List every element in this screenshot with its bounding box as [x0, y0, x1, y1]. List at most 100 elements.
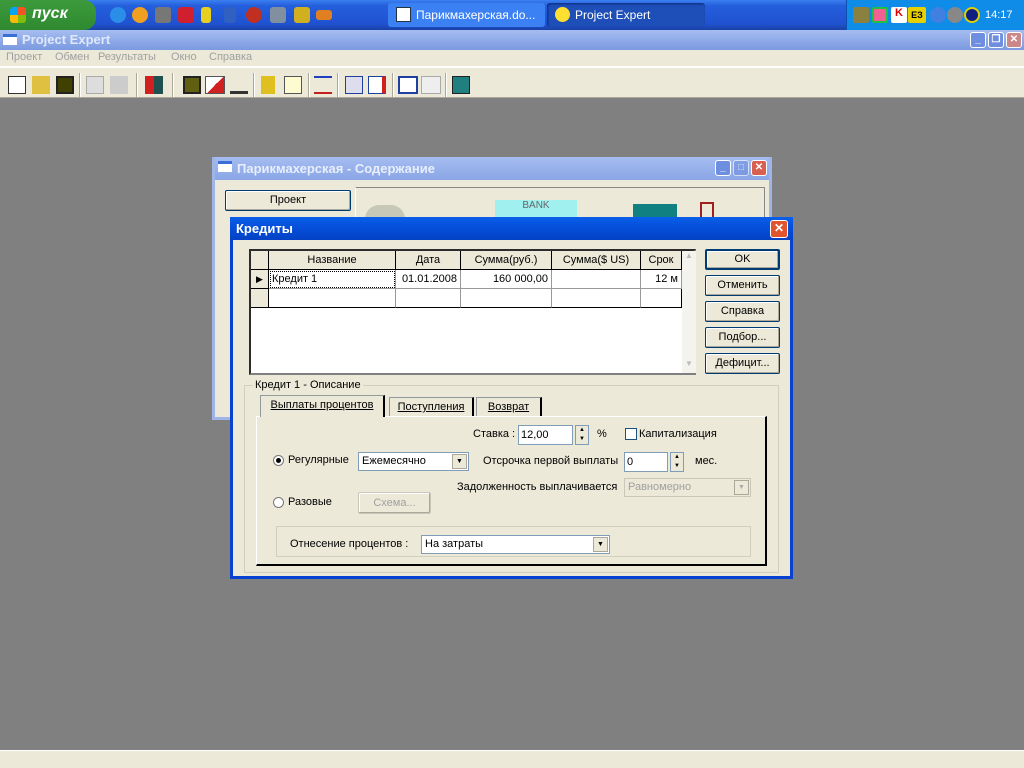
minimize-button[interactable]: _ — [715, 160, 731, 176]
dropdown-arrow-icon[interactable]: ▼ — [734, 480, 749, 495]
delay-spinner[interactable]: ▲ ▼ — [670, 452, 684, 472]
exit-icon[interactable] — [145, 76, 163, 94]
hourglass-icon[interactable] — [700, 202, 714, 218]
cancel-button[interactable]: Отменить — [705, 275, 780, 296]
export-icon[interactable] — [284, 76, 302, 94]
menu-help[interactable]: Справка — [209, 51, 252, 63]
calculator-icon[interactable] — [452, 76, 470, 94]
cashflow-icon[interactable] — [205, 76, 225, 94]
chat-tray-icon[interactable] — [872, 7, 888, 23]
capitalization-checkbox[interactable] — [625, 428, 637, 440]
scroll-up-icon[interactable]: ▲ — [682, 251, 696, 265]
crown-app-icon[interactable] — [316, 10, 332, 20]
start-button[interactable]: пуск — [0, 0, 96, 30]
print-icon[interactable] — [110, 76, 128, 94]
table-cell-term[interactable]: 12 м — [641, 270, 682, 289]
column-header-term[interactable]: Срок — [641, 251, 682, 270]
ie-icon[interactable] — [110, 7, 126, 23]
network-tray-icon[interactable] — [930, 7, 946, 23]
tab-repayment[interactable]: Возврат — [476, 397, 542, 416]
tab-interest-payments[interactable]: Выплаты процентов — [260, 395, 385, 417]
onetime-radio[interactable] — [273, 497, 284, 508]
allocation-select[interactable]: На затраты ▼ — [421, 535, 610, 554]
task-word-document[interactable]: Парикмахерская.do... — [388, 3, 545, 27]
clipboard-icon[interactable] — [421, 76, 441, 94]
bank-icon[interactable]: BANK — [495, 200, 577, 217]
close-button[interactable]: ✕ — [751, 160, 767, 176]
save-app-icon[interactable] — [178, 7, 194, 23]
system-tray: K ЕЗ 14:17 — [846, 0, 1024, 30]
table-cell-sum-rub[interactable] — [461, 289, 552, 308]
red-app-icon[interactable] — [246, 7, 262, 23]
scroll-down-icon[interactable]: ▼ — [682, 359, 696, 373]
keyboard-tray-icon[interactable]: ЕЗ — [908, 7, 926, 23]
report-icon[interactable] — [368, 76, 386, 94]
regular-radio[interactable] — [273, 455, 284, 466]
row-indicator — [251, 289, 269, 308]
lightning-icon[interactable] — [201, 7, 211, 23]
deficit-button[interactable]: Дефицит... — [705, 353, 780, 374]
frequency-select[interactable]: Ежемесячно ▼ — [358, 452, 469, 471]
table-cell-sum-rub[interactable]: 160 000,00 — [461, 270, 552, 289]
notebook-icon[interactable] — [183, 76, 201, 94]
regular-label: Регулярные — [288, 454, 349, 466]
dropdown-arrow-icon[interactable]: ▼ — [452, 454, 467, 469]
preview-icon[interactable] — [86, 76, 104, 94]
app-icon[interactable] — [155, 7, 171, 23]
maximize-button[interactable]: □ — [733, 160, 749, 176]
clipboard-tray-icon[interactable] — [853, 7, 869, 23]
rate-input[interactable]: 12,00 — [518, 425, 573, 445]
select-button[interactable]: Подбор... — [705, 327, 780, 348]
media-player-icon[interactable] — [132, 7, 148, 23]
column-header-name[interactable]: Название — [269, 251, 396, 270]
equipment-icon[interactable] — [633, 204, 677, 218]
rate-spinner[interactable]: ▲ ▼ — [575, 425, 589, 445]
frequency-value: Ежемесячно — [362, 455, 426, 467]
delay-input[interactable]: 0 — [624, 452, 668, 472]
chart-icon[interactable] — [314, 76, 332, 94]
table-cell-name[interactable] — [269, 289, 396, 308]
triangle-app-icon[interactable] — [224, 7, 236, 23]
column-header-sum-rub[interactable]: Сумма(руб.) — [461, 251, 552, 270]
volume-tray-icon[interactable] — [947, 7, 963, 23]
scheme-button[interactable]: Схема... — [358, 492, 431, 514]
minimize-button[interactable]: _ — [970, 32, 986, 48]
current-row-arrow-icon: ▶ — [251, 270, 269, 289]
table-cell-sum-usd[interactable] — [552, 270, 641, 289]
task-project-expert[interactable]: Project Expert — [547, 3, 705, 27]
new-icon[interactable] — [8, 76, 26, 94]
tab-receipts[interactable]: Поступления — [389, 397, 474, 416]
wireless-tray-icon[interactable] — [964, 7, 980, 23]
open-icon[interactable] — [32, 76, 50, 94]
robot-app-icon[interactable] — [294, 7, 310, 23]
table-cell-term[interactable] — [641, 289, 682, 308]
analysis-icon[interactable] — [345, 76, 363, 94]
menu-exchange[interactable]: Обмен — [55, 51, 89, 63]
table-cell-sum-usd[interactable] — [552, 289, 641, 308]
table-cell-name[interactable]: Кредит 1 — [269, 270, 396, 289]
restore-button[interactable]: ❐ — [988, 32, 1004, 48]
kaspersky-tray-icon[interactable]: K — [891, 7, 907, 23]
table-scrollbar[interactable]: ▲ ▼ — [682, 251, 696, 373]
close-button[interactable]: ✕ — [770, 220, 788, 238]
menu-window[interactable]: Окно — [171, 51, 197, 63]
table-cell-date[interactable]: 01.01.2008 — [396, 270, 461, 289]
close-button[interactable]: ✕ — [1006, 32, 1022, 48]
column-header-sum-usd[interactable]: Сумма($ US) — [552, 251, 641, 270]
window-list-icon[interactable] — [398, 76, 418, 94]
network-app-icon[interactable] — [270, 7, 286, 23]
debt-select[interactable]: Равномерно ▼ — [624, 478, 751, 497]
column-header-date[interactable]: Дата — [396, 251, 461, 270]
rate-label: Ставка : — [473, 428, 516, 440]
table-cell-date[interactable] — [396, 289, 461, 308]
project-window-title-bar: Парикмахерская - Содержание _ □ ✕ — [215, 157, 769, 180]
save-icon[interactable] — [56, 76, 74, 94]
help-button[interactable]: Справка — [705, 301, 780, 322]
ratio-icon[interactable] — [261, 76, 275, 94]
menu-results[interactable]: Результаты — [98, 51, 156, 63]
tab-project[interactable]: Проект — [225, 190, 351, 211]
dropdown-arrow-icon[interactable]: ▼ — [593, 537, 608, 552]
balance-icon[interactable] — [230, 76, 248, 94]
menu-project[interactable]: Проект — [6, 51, 42, 63]
ok-button[interactable]: OK — [705, 249, 780, 270]
